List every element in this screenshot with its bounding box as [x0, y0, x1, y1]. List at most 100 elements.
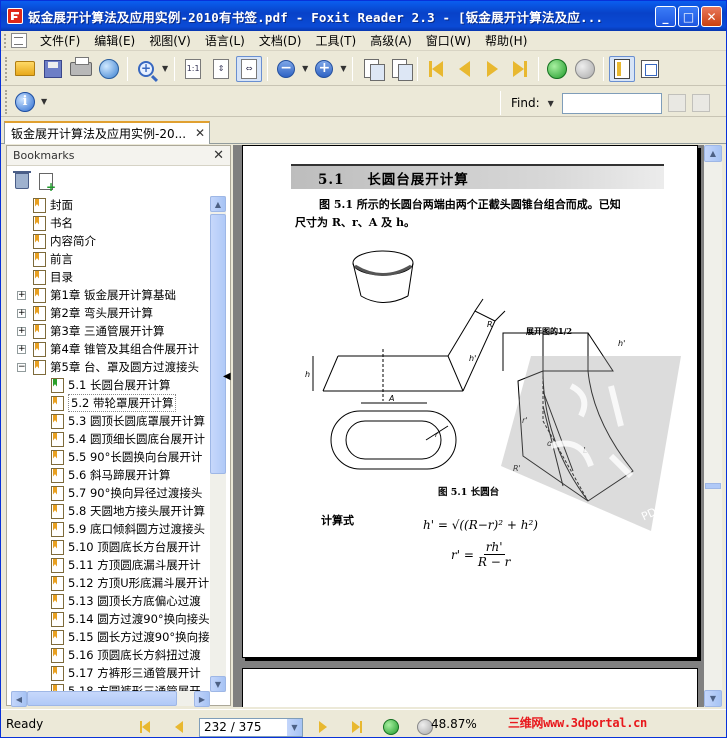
- bookmark-item[interactable]: 5.2 带轮罩展开计算: [11, 394, 210, 412]
- page-dropdown-icon[interactable]: ▼: [287, 718, 302, 736]
- next-page-button[interactable]: [479, 56, 505, 82]
- status-next-page-button[interactable]: [310, 714, 336, 738]
- bookmark-item[interactable]: 前言: [11, 250, 210, 268]
- zoom-out-button[interactable]: −: [273, 56, 299, 82]
- bookmark-item[interactable]: 封面: [11, 196, 210, 214]
- document-view[interactable]: 5.1 长圆台展开计算 图 5.1 所示的长圆台两端由两个正截头圆锥台组合而成。…: [233, 145, 704, 707]
- scroll-left-button[interactable]: ◀: [11, 691, 27, 707]
- bookmark-item[interactable]: + 第4章 锥管及其组合件展开计: [11, 340, 210, 358]
- tab-document[interactable]: 钣金展开计算法及应用实例-20... ✕: [4, 121, 210, 144]
- expand-icon[interactable]: +: [17, 344, 26, 354]
- minimize-button[interactable]: _: [655, 6, 676, 27]
- info-dropdown-icon[interactable]: ▼: [41, 97, 47, 106]
- page-number-box[interactable]: 232 / 375 ▼: [199, 717, 303, 737]
- bookmark-item[interactable]: 5.15 圆长方过渡90°换向接: [11, 628, 210, 646]
- status-first-page-button[interactable]: [132, 714, 158, 738]
- menu-tools[interactable]: 工具(T): [308, 32, 363, 50]
- previous-page-button[interactable]: [451, 56, 477, 82]
- toolbar-grip[interactable]: [5, 56, 8, 81]
- close-tab-icon[interactable]: ✕: [195, 126, 205, 140]
- scroll-down-button[interactable]: ▼: [210, 676, 226, 692]
- fit-page-button[interactable]: ⇕: [208, 56, 234, 82]
- maximize-button[interactable]: □: [678, 6, 699, 27]
- menu-view[interactable]: 视图(V): [142, 32, 198, 50]
- menu-window[interactable]: 窗口(W): [419, 32, 478, 50]
- foxit-app-icon[interactable]: [7, 8, 23, 24]
- zoom-in-dropdown-icon[interactable]: ▼: [340, 64, 346, 73]
- menu-grip[interactable]: [4, 33, 7, 48]
- delete-bookmark-icon[interactable]: [13, 171, 31, 189]
- bookmark-item[interactable]: 5.11 方顶圆底漏斗展开计: [11, 556, 210, 574]
- expand-icon[interactable]: +: [17, 290, 26, 300]
- find-options-dropdown-icon[interactable]: ▼: [548, 99, 554, 108]
- go-forward-button[interactable]: [572, 56, 598, 82]
- fit-width-button[interactable]: ⇔: [236, 55, 263, 82]
- single-page-button[interactable]: [609, 55, 636, 82]
- bookmark-item[interactable]: 5.6 斜马蹄展开计算: [11, 466, 210, 484]
- zoom-tool-button[interactable]: +: [133, 56, 159, 82]
- rotate-left-button[interactable]: [358, 56, 385, 82]
- status-back-button[interactable]: [378, 714, 404, 738]
- rotate-right-button[interactable]: [386, 56, 413, 82]
- zoom-level[interactable]: 48.87%: [431, 717, 477, 731]
- bookmark-item[interactable]: 书名: [11, 214, 210, 232]
- bookmark-item[interactable]: 5.1 长圆台展开计算: [11, 376, 210, 394]
- title-bar[interactable]: 钣金展开计算法及应用实例-2010有书签.pdf - Foxit Reader …: [1, 1, 726, 31]
- expand-icon[interactable]: +: [17, 308, 26, 318]
- bookmark-item[interactable]: 5.13 圆顶长方底偏心过渡: [11, 592, 210, 610]
- toolbar-grip[interactable]: [5, 89, 8, 114]
- bookmark-item[interactable]: + 第2章 弯头展开计算: [11, 304, 210, 322]
- bookmark-item[interactable]: 5.17 方裤形三通管展开计: [11, 664, 210, 682]
- email-button[interactable]: [96, 56, 122, 82]
- zoom-tool-dropdown-icon[interactable]: ▼: [162, 64, 168, 73]
- first-page-button[interactable]: [423, 56, 449, 82]
- menu-file[interactable]: 文件(F): [33, 32, 87, 50]
- bookmark-item[interactable]: + 第1章 钣金展开计算基础: [11, 286, 210, 304]
- open-button[interactable]: [12, 56, 38, 82]
- doc-scroll-up-button[interactable]: ▲: [704, 145, 722, 162]
- save-button[interactable]: [40, 56, 66, 82]
- document-icon[interactable]: [11, 33, 27, 48]
- last-page-button[interactable]: [507, 56, 533, 82]
- go-back-button[interactable]: [544, 56, 570, 82]
- bookmark-item[interactable]: 5.5 90°长圆换向台展开计: [11, 448, 210, 466]
- info-button[interactable]: i: [12, 89, 38, 115]
- collapse-icon[interactable]: −: [17, 362, 26, 372]
- collapse-panel-icon[interactable]: ◀: [223, 371, 231, 391]
- add-bookmark-icon[interactable]: [39, 172, 56, 194]
- document-vertical-scrollbar[interactable]: ▲ ▼: [704, 145, 722, 707]
- bookmark-item[interactable]: 5.14 圆方过渡90°换向接头: [11, 610, 210, 628]
- bookmark-vertical-scrollbar[interactable]: ▲ ▼: [210, 196, 226, 692]
- find-previous-button[interactable]: [667, 94, 686, 112]
- zoom-out-dropdown-icon[interactable]: ▼: [302, 64, 308, 73]
- bookmark-item[interactable]: 5.8 天圆地方接头展开计算: [11, 502, 210, 520]
- scroll-thumb[interactable]: [210, 214, 226, 474]
- bookmark-item[interactable]: 5.16 顶圆底长方斜扭过渡: [11, 646, 210, 664]
- close-panel-icon[interactable]: ✕: [213, 148, 224, 163]
- menu-help[interactable]: 帮助(H): [478, 32, 534, 50]
- menu-language[interactable]: 语言(L): [198, 32, 252, 50]
- bookmark-item[interactable]: − 第5章 台、罩及圆方过渡接头: [11, 358, 210, 376]
- menu-advanced[interactable]: 高级(A): [363, 32, 419, 50]
- bookmark-item[interactable]: 5.9 底口倾斜圆方过渡接头: [11, 520, 210, 538]
- bookmark-item[interactable]: 5.3 圆顶长圆底罩展开计算: [11, 412, 210, 430]
- scroll-right-button[interactable]: ▶: [194, 691, 210, 707]
- bookmark-item[interactable]: 5.18 方圆裤形三通管展开: [11, 682, 210, 691]
- bookmark-item[interactable]: 5.4 圆顶细长圆底台展开计: [11, 430, 210, 448]
- find-next-button[interactable]: [691, 94, 710, 112]
- find-input[interactable]: [561, 92, 662, 114]
- scroll-up-button[interactable]: ▲: [210, 196, 226, 212]
- actual-size-button[interactable]: 1:1: [180, 56, 206, 82]
- status-previous-page-button[interactable]: [166, 714, 192, 738]
- status-last-page-button[interactable]: [344, 714, 370, 738]
- bookmark-item[interactable]: 内容简介: [11, 232, 210, 250]
- close-button[interactable]: ✕: [701, 6, 722, 27]
- bookmark-item[interactable]: 5.7 90°换向异径过渡接头: [11, 484, 210, 502]
- doc-scroll-down-button[interactable]: ▼: [704, 690, 722, 707]
- horizontal-scroll-thumb[interactable]: [27, 691, 177, 706]
- zoom-in-button[interactable]: +: [311, 56, 337, 82]
- bookmark-item[interactable]: 目录: [11, 268, 210, 286]
- print-button[interactable]: [68, 56, 94, 82]
- doc-scroll-thumb[interactable]: [705, 483, 721, 489]
- bookmark-item[interactable]: 5.10 顶圆底长方台展开计: [11, 538, 210, 556]
